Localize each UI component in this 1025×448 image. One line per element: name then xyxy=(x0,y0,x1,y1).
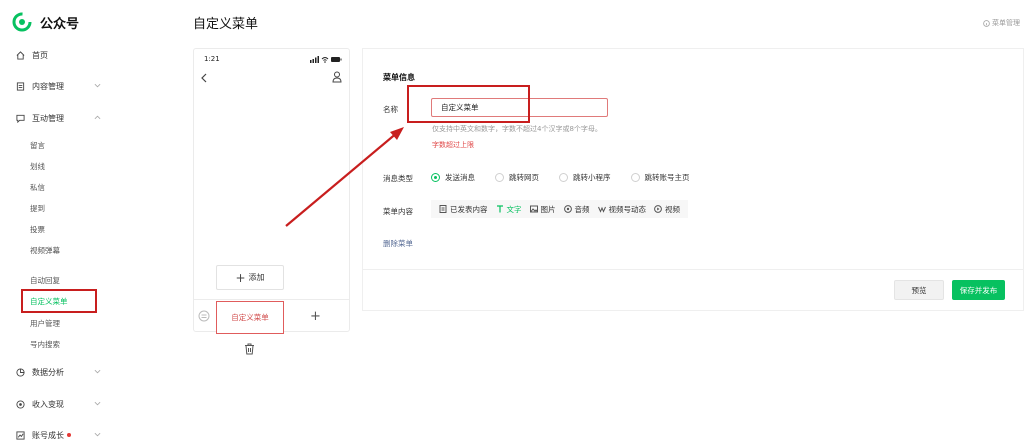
brand-name: 公众号 xyxy=(40,16,80,32)
save-publish-button[interactable]: 保存并发布 xyxy=(952,280,1005,300)
sidebar-item-label: 互动管理 xyxy=(32,113,64,123)
tab-label: 已发表内容 xyxy=(450,204,488,214)
plus-icon: + xyxy=(235,270,246,285)
radio-label: 跳转小程序 xyxy=(573,173,611,182)
sidebar-item-label: 首页 xyxy=(32,50,48,60)
chevron-down-icon xyxy=(94,83,101,88)
radio-label: 跳转账号主页 xyxy=(644,173,690,182)
annotation-arrow xyxy=(285,127,404,227)
sidebar-sub-item[interactable]: 自动回复 xyxy=(30,273,60,287)
sidebar-item-analytics[interactable]: 数据分析 xyxy=(0,363,122,381)
tab-label: 图片 xyxy=(540,204,556,214)
radio-dot xyxy=(559,173,568,182)
preview-button[interactable]: 预览 xyxy=(894,280,944,300)
add-submenu-button[interactable]: + 添加 xyxy=(216,265,284,290)
section-title: 菜单信息 xyxy=(383,73,415,82)
info-circle-icon xyxy=(983,19,990,27)
radio-jump-webpage[interactable]: 跳转网页 xyxy=(495,172,539,183)
footer-divider xyxy=(363,269,1023,270)
wechat-official-account-logo-icon xyxy=(12,12,32,32)
page-title: 自定义菜单 xyxy=(193,17,259,32)
brand[interactable]: 公众号 xyxy=(12,11,79,33)
coin-icon xyxy=(16,399,25,409)
sidebar-sub-item[interactable]: 视频弹幕 xyxy=(30,243,60,257)
sidebar-item-home[interactable]: 首页 xyxy=(0,46,122,64)
phone-time: 1:21 xyxy=(204,55,220,63)
annotation-highlight-sidebar xyxy=(21,289,97,313)
sidebar: 公众号 首页 内容管理 互动管理 留言 划线 私信 提到 投票 视频弹幕 自动回… xyxy=(0,0,122,448)
radio-send-message[interactable]: 发送消息 xyxy=(431,172,475,183)
sidebar-sub-item[interactable]: 投票 xyxy=(30,222,45,236)
keyboard-toggle-icon[interactable] xyxy=(198,310,210,322)
sidebar-item-growth[interactable]: 账号成长 xyxy=(0,426,122,444)
tab-label: 视频 xyxy=(665,204,680,214)
sidebar-sub-item[interactable]: 用户管理 xyxy=(30,316,60,330)
chart-icon xyxy=(16,367,25,377)
text-icon xyxy=(496,205,503,213)
phone-menu-bar: 自定义菜单 + xyxy=(194,299,349,334)
sidebar-sub-item[interactable]: 私信 xyxy=(30,180,45,194)
sidebar-item-label: 内容管理 xyxy=(32,81,64,91)
tab-audio[interactable]: 音频 xyxy=(563,204,590,215)
user-profile-icon[interactable] xyxy=(332,71,342,83)
trash-icon[interactable] xyxy=(244,343,255,355)
chevron-down-icon xyxy=(94,369,101,374)
menu-management-link[interactable]: 菜单管理 xyxy=(983,18,1020,28)
menu-item-selected[interactable]: 自定义菜单 xyxy=(216,301,284,334)
sidebar-item-content[interactable]: 内容管理 xyxy=(0,77,122,95)
message-type-radio-group: 发送消息 跳转网页 跳转小程序 跳转账号主页 xyxy=(431,172,710,183)
tab-label: 音频 xyxy=(574,204,590,214)
video-icon xyxy=(654,205,662,213)
radio-jump-account-home[interactable]: 跳转账号主页 xyxy=(630,172,690,183)
menu-management-label: 菜单管理 xyxy=(992,19,1020,27)
home-icon xyxy=(16,50,25,60)
radio-dot xyxy=(495,173,504,182)
sidebar-item-label: 账号成长 xyxy=(32,430,64,440)
name-label: 名称 xyxy=(383,105,398,114)
tab-label: 文字 xyxy=(506,204,522,214)
name-error: 字数超过上限 xyxy=(432,141,474,149)
notification-dot xyxy=(67,433,71,437)
radio-jump-miniprogram[interactable]: 跳转小程序 xyxy=(559,172,611,183)
sidebar-sub-item[interactable]: 号内搜索 xyxy=(30,337,60,351)
chevron-down-icon xyxy=(94,401,101,406)
tab-text[interactable]: 文字 xyxy=(496,204,522,215)
audio-icon xyxy=(563,205,572,213)
add-menu-plus-icon[interactable]: + xyxy=(310,309,321,324)
menu-content-tabs: 已发表内容 文字 图片 音频 视频号动态 视频 xyxy=(431,200,688,218)
phone-status-icons xyxy=(310,56,342,63)
tab-published-content[interactable]: 已发表内容 xyxy=(439,204,488,215)
sidebar-item-label: 收入变现 xyxy=(32,399,64,409)
radio-label: 发送消息 xyxy=(445,173,475,182)
tab-video[interactable]: 视频 xyxy=(654,204,680,215)
sidebar-item-label: 数据分析 xyxy=(32,367,64,377)
name-hint: 仅支持中英文和数字，字数不超过4个汉字或8个字母。 xyxy=(432,125,602,133)
chat-icon xyxy=(16,114,25,123)
sidebar-sub-item[interactable]: 留言 xyxy=(30,138,45,152)
sidebar-sub-item[interactable]: 提到 xyxy=(30,201,45,215)
radio-dot xyxy=(630,173,640,182)
chevron-down-icon xyxy=(94,432,101,437)
annotation-highlight-name-field xyxy=(407,85,530,123)
back-chevron-icon[interactable] xyxy=(200,73,208,83)
tab-image[interactable]: 图片 xyxy=(529,204,556,215)
tab-channels-post[interactable]: 视频号动态 xyxy=(597,204,647,215)
add-submenu-label: 添加 xyxy=(248,273,265,282)
sidebar-item-monetization[interactable]: 收入变现 xyxy=(0,395,122,413)
radio-dot-checked xyxy=(431,173,440,182)
image-icon xyxy=(529,205,538,213)
channels-icon xyxy=(597,206,606,213)
growth-icon xyxy=(16,430,25,440)
sidebar-item-interaction[interactable]: 互动管理 xyxy=(0,109,122,127)
radio-label: 跳转网页 xyxy=(509,173,539,182)
tab-label: 视频号动态 xyxy=(608,204,647,214)
article-icon xyxy=(439,205,447,213)
sidebar-sub-item[interactable]: 划线 xyxy=(30,159,45,173)
document-icon xyxy=(16,81,25,91)
chevron-up-icon xyxy=(94,115,101,120)
delete-menu-link[interactable]: 删除菜单 xyxy=(383,238,413,249)
